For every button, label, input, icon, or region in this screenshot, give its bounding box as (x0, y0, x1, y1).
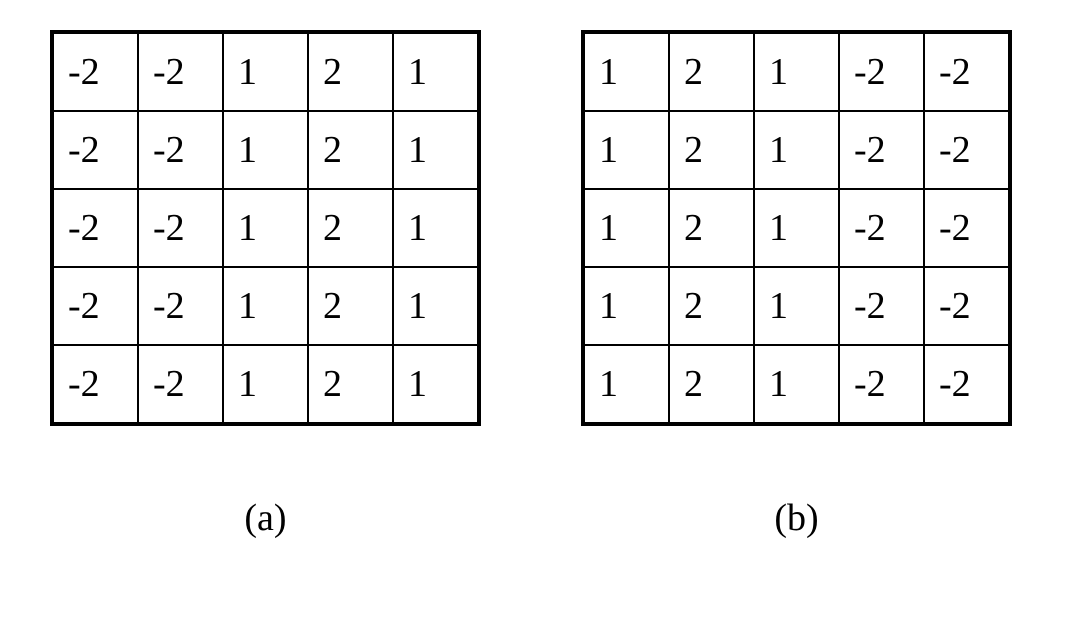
matrix-b-cell: 1 (754, 33, 839, 111)
matrix-a-cell: -2 (53, 111, 138, 189)
matrix-b-cell: 1 (754, 189, 839, 267)
matrix-b: 1 2 1 -2 -2 1 2 1 -2 -2 1 2 1 -2 -2 1 2 … (581, 30, 1012, 426)
matrix-a-cell: 1 (393, 189, 478, 267)
matrix-b-cell: 1 (584, 267, 669, 345)
matrix-container: -2 -2 1 2 1 -2 -2 1 2 1 -2 -2 1 2 1 -2 -… (0, 0, 1073, 540)
matrix-b-cell: 1 (754, 345, 839, 423)
matrix-b-cell: 1 (584, 111, 669, 189)
matrix-a-cell: -2 (138, 267, 223, 345)
matrix-a-cell: -2 (53, 33, 138, 111)
matrix-a-cell: 2 (308, 111, 393, 189)
matrix-b-cell: -2 (839, 345, 924, 423)
caption-b: (b) (774, 496, 818, 540)
matrix-b-cell: -2 (924, 345, 1009, 423)
matrix-b-cell: 2 (669, 345, 754, 423)
matrix-a-cell: 2 (308, 33, 393, 111)
matrix-a-cell: -2 (138, 189, 223, 267)
matrix-a-cell: 1 (393, 345, 478, 423)
matrix-b-cell: 1 (754, 267, 839, 345)
matrix-a-cell: 1 (223, 267, 308, 345)
caption-a: (a) (244, 496, 286, 540)
matrix-a-cell: -2 (138, 111, 223, 189)
matrix-a-cell: 2 (308, 345, 393, 423)
matrix-b-cell: 2 (669, 33, 754, 111)
matrix-b-cell: -2 (924, 111, 1009, 189)
matrix-b-cell: -2 (924, 33, 1009, 111)
matrix-a-cell: -2 (53, 345, 138, 423)
matrix-b-cell: -2 (839, 189, 924, 267)
matrix-b-cell: 1 (584, 33, 669, 111)
matrix-b-cell: 1 (754, 111, 839, 189)
matrix-a-cell: -2 (53, 267, 138, 345)
matrix-a-cell: 1 (223, 189, 308, 267)
matrix-b-cell: 2 (669, 111, 754, 189)
matrix-a-cell: 1 (393, 33, 478, 111)
matrix-block-b: 1 2 1 -2 -2 1 2 1 -2 -2 1 2 1 -2 -2 1 2 … (581, 30, 1012, 540)
matrix-b-cell: -2 (839, 111, 924, 189)
matrix-b-cell: 2 (669, 267, 754, 345)
matrix-b-cell: 2 (669, 189, 754, 267)
matrix-b-cell: -2 (924, 267, 1009, 345)
matrix-a-cell: 1 (393, 111, 478, 189)
matrix-a-cell: -2 (138, 345, 223, 423)
matrix-a-cell: -2 (138, 33, 223, 111)
matrix-a-cell: 2 (308, 267, 393, 345)
matrix-block-a: -2 -2 1 2 1 -2 -2 1 2 1 -2 -2 1 2 1 -2 -… (50, 30, 481, 540)
matrix-b-cell: -2 (924, 189, 1009, 267)
matrix-a: -2 -2 1 2 1 -2 -2 1 2 1 -2 -2 1 2 1 -2 -… (50, 30, 481, 426)
matrix-a-cell: 1 (223, 33, 308, 111)
matrix-b-cell: 1 (584, 345, 669, 423)
matrix-a-cell: -2 (53, 189, 138, 267)
matrix-a-cell: 2 (308, 189, 393, 267)
matrix-b-cell: -2 (839, 33, 924, 111)
matrix-a-cell: 1 (223, 111, 308, 189)
matrix-a-cell: 1 (393, 267, 478, 345)
matrix-a-cell: 1 (223, 345, 308, 423)
matrix-b-cell: -2 (839, 267, 924, 345)
matrix-b-cell: 1 (584, 189, 669, 267)
